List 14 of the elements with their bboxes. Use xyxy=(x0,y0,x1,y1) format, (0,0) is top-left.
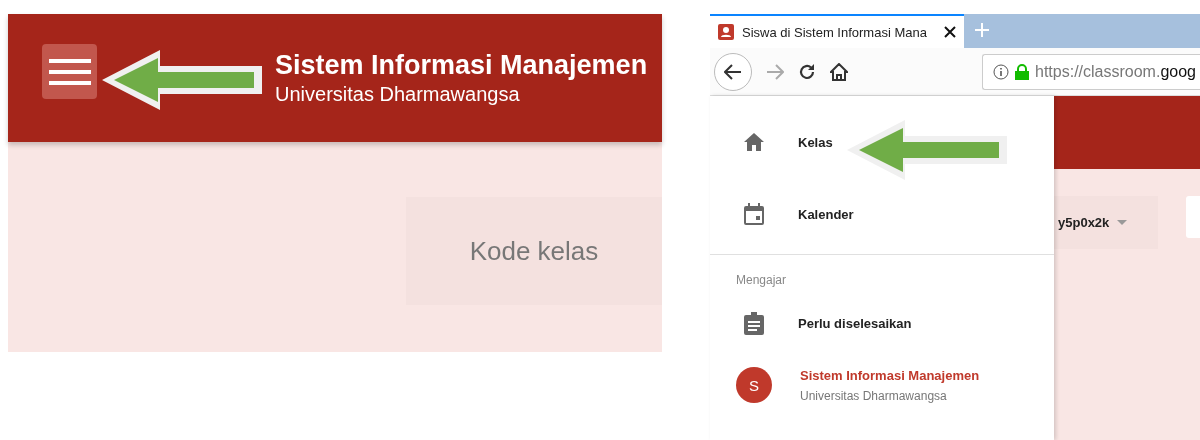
app-title: Sistem Informasi Manajemen xyxy=(275,50,648,81)
drawer-item[interactable]: Kalender xyxy=(710,178,1054,250)
class-subtitle: Universitas Dharmawangsa xyxy=(800,388,948,403)
browser-tab[interactable]: Siswa di Sistem Informasi Mana xyxy=(710,14,964,48)
class-code-label: Kode kelas xyxy=(406,197,662,305)
app-subtitle: Universitas Dharmawangsa xyxy=(275,83,521,106)
drawer-item[interactable]: Kelas xyxy=(710,106,1054,178)
drawer-item[interactable]: Perlu diselesaikan xyxy=(710,287,1054,359)
url-text: https://classroom.goog xyxy=(1035,62,1196,81)
class-code-dropdown[interactable]: y5p0x2k xyxy=(1054,196,1158,249)
address-bar[interactable]: https://classroom.goog xyxy=(982,53,1200,90)
class-avatar: S xyxy=(736,367,772,403)
section-heading: Mengajar xyxy=(735,272,788,287)
class-name[interactable]: Sistem Informasi Manajemen xyxy=(800,367,980,383)
